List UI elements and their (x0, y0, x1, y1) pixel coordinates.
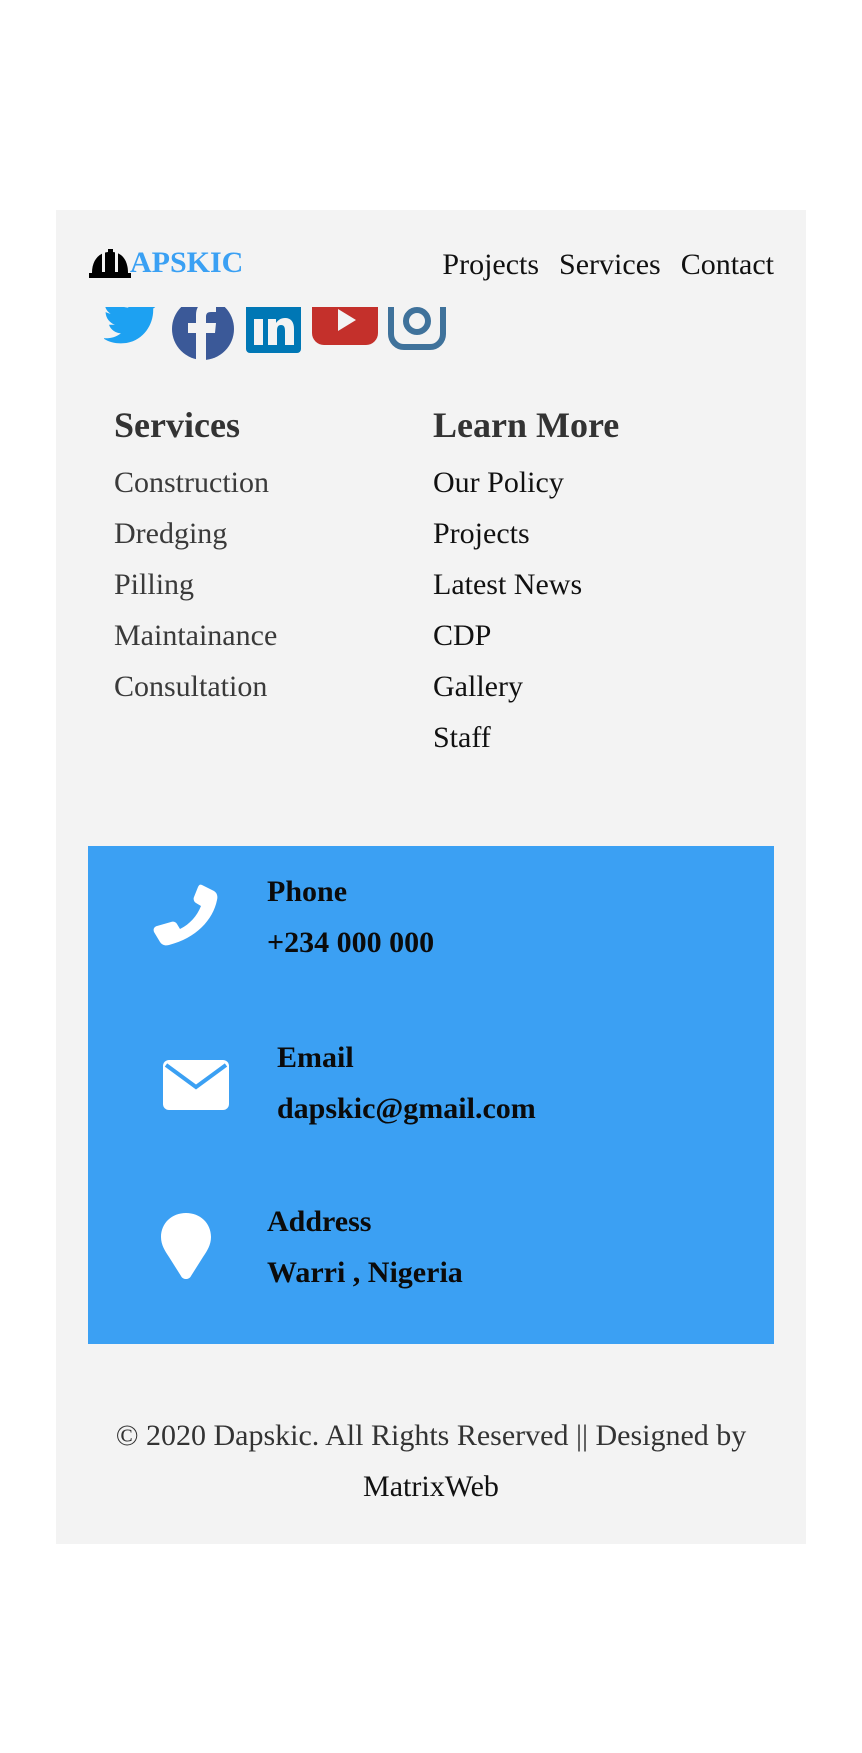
brand-name: APSKIC (130, 246, 244, 279)
link-cdp[interactable]: CDP (433, 619, 491, 652)
link-staff[interactable]: Staff (433, 721, 491, 754)
address-value: Warri , Nigeria (267, 1256, 463, 1289)
link-our-policy[interactable]: Our Policy (433, 466, 564, 499)
facebook-icon[interactable] (172, 307, 234, 362)
link-consultation[interactable]: Consultation (114, 670, 267, 703)
copyright: © 2020 Dapskic. All Rights Reserved || D… (56, 1410, 806, 1512)
link-projects[interactable]: Projects (433, 517, 530, 550)
top-nav: Projects Services Contact (442, 248, 774, 282)
copyright-text: © 2020 Dapskic. All Rights Reserved || D… (115, 1419, 747, 1452)
twitter-icon[interactable] (104, 307, 166, 362)
services-list: Construction Dredging Pilling Maintainan… (114, 457, 277, 712)
link-pilling[interactable]: Pilling (114, 568, 194, 601)
email-label: Email (277, 1041, 354, 1074)
phone-value[interactable]: +234 000 000 (267, 917, 434, 968)
list-item: Gallery (433, 661, 619, 712)
phone-icon (153, 884, 218, 946)
link-gallery[interactable]: Gallery (433, 670, 523, 703)
services-column: Services Construction Dredging Pilling M… (114, 405, 277, 712)
linkedin-icon[interactable] (244, 307, 302, 359)
list-item: Pilling (114, 559, 277, 610)
list-item: Dredging (114, 508, 277, 559)
link-construction[interactable]: Construction (114, 466, 269, 499)
designer-link[interactable]: MatrixWeb (363, 1470, 499, 1503)
link-dredging[interactable]: Dredging (114, 517, 227, 550)
learn-more-list: Our Policy Projects Latest News CDP Gall… (433, 457, 619, 763)
map-pin-icon (161, 1213, 211, 1279)
envelope-icon (163, 1060, 229, 1110)
nav-projects[interactable]: Projects (442, 248, 539, 282)
youtube-icon[interactable] (310, 307, 380, 357)
nav-services[interactable]: Services (559, 248, 661, 282)
helmet-icon (89, 249, 131, 278)
learn-more-heading: Learn More (433, 405, 620, 445)
learn-more-column: Learn More Our Policy Projects Latest Ne… (433, 405, 619, 763)
link-maintainance[interactable]: Maintainance (114, 619, 277, 652)
phone-label: Phone (267, 875, 348, 908)
link-latest-news[interactable]: Latest News (433, 568, 582, 601)
list-item: Maintainance (114, 610, 277, 661)
list-item: Staff (433, 712, 619, 763)
list-item: Consultation (114, 661, 277, 712)
brand-logo[interactable]: APSKIC (88, 246, 243, 280)
email-value[interactable]: dapskic@gmail.com (277, 1083, 536, 1134)
list-item: CDP (433, 610, 619, 661)
services-heading: Services (114, 405, 240, 445)
contact-info-box: Phone +234 000 000 Email dapskic@gmail.c… (88, 846, 774, 1344)
address-label: Address (267, 1205, 372, 1238)
contact-email: Email dapskic@gmail.com (88, 1032, 774, 1142)
instagram-icon[interactable] (388, 307, 448, 355)
site-footer: APSKIC Projects Services Contact Service… (56, 210, 806, 1544)
nav-contact[interactable]: Contact (681, 248, 774, 282)
contact-phone: Phone +234 000 000 (88, 866, 774, 976)
social-links (104, 307, 484, 362)
list-item: Projects (433, 508, 619, 559)
list-item: Construction (114, 457, 277, 508)
contact-address: Address Warri , Nigeria (88, 1196, 774, 1306)
list-item: Latest News (433, 559, 619, 610)
list-item: Our Policy (433, 457, 619, 508)
